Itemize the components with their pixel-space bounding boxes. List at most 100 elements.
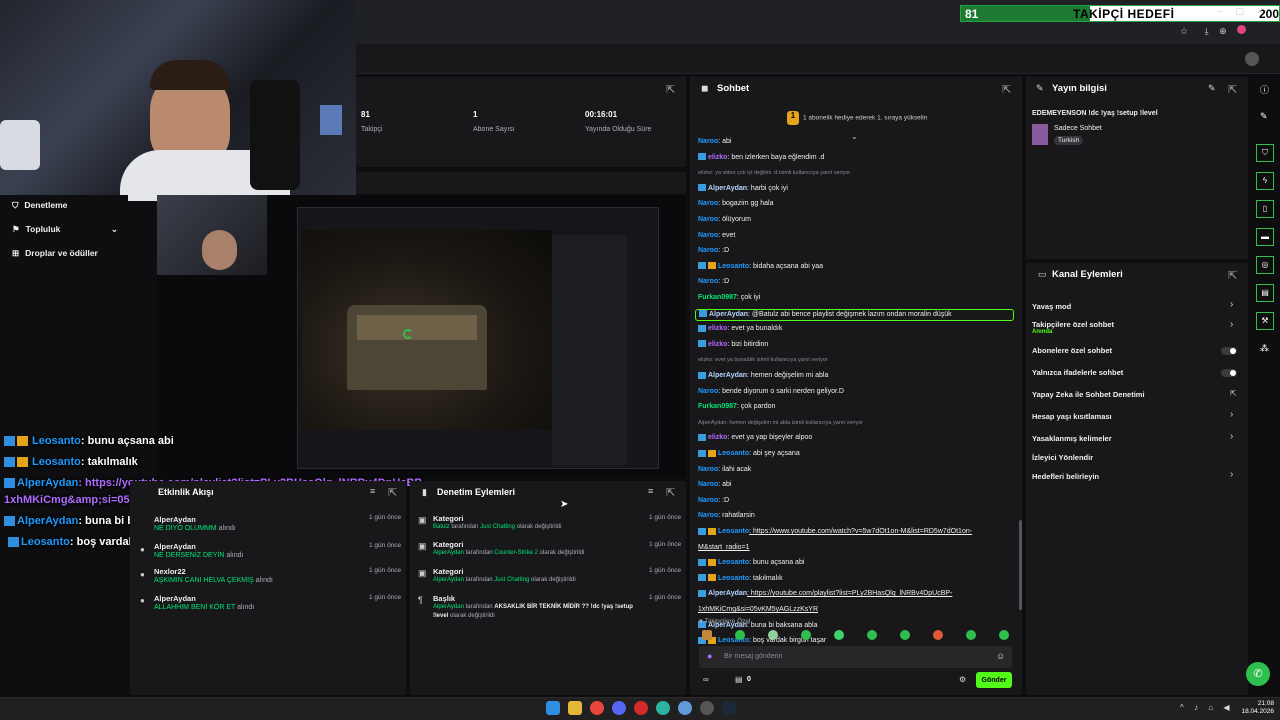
- chat-username[interactable]: elizko: [708, 434, 727, 441]
- windows-start-icon[interactable]: [546, 701, 560, 715]
- chat-username[interactable]: Leosanto: [718, 528, 749, 535]
- close-icon[interactable]: ✕: [1257, 6, 1265, 16]
- chat-username[interactable]: Naroo: [698, 388, 718, 395]
- settings-gear-icon[interactable]: ⚙: [959, 675, 966, 684]
- more-icon[interactable]: ⁂: [1260, 343, 1269, 354]
- info-icon[interactable]: ⓘ: [1260, 83, 1269, 96]
- emote-icon[interactable]: [933, 630, 943, 640]
- chat-username[interactable]: AlperAydan: [709, 311, 748, 318]
- chat-username[interactable]: Naroo: [698, 216, 718, 223]
- chat-username[interactable]: AlperAydan: [708, 185, 747, 192]
- popout-icon[interactable]: ⇱: [1228, 83, 1237, 96]
- chat-username[interactable]: AlperAydan: [708, 590, 747, 597]
- sidebar-item-drops[interactable]: ⊞ Droplar ve ödüller: [12, 248, 98, 259]
- toggle-switch[interactable]: [1221, 369, 1237, 377]
- pinned-gift-banner[interactable]: 11 abonelik hediye ederek 1. sıraya yüks…: [787, 111, 927, 125]
- lightning-icon[interactable]: ϟ: [1256, 172, 1274, 190]
- chat-username[interactable]: Naroo: [698, 138, 718, 145]
- popout-icon[interactable]: ⇱: [1228, 269, 1237, 282]
- chat-username[interactable]: Naroo: [698, 481, 718, 488]
- send-button[interactable]: Gönder: [976, 672, 1012, 688]
- chat-username[interactable]: Leosanto: [718, 263, 749, 270]
- channel-action-item[interactable]: Hesap yaşı kısıtlaması: [1032, 412, 1112, 421]
- chrome-icon[interactable]: [590, 701, 604, 715]
- emote-icon[interactable]: [966, 630, 976, 640]
- chat-username[interactable]: Naroo: [698, 466, 718, 473]
- filter-icon[interactable]: ≡: [648, 486, 653, 496]
- channel-action-item[interactable]: Yasaklanmış kelimeler: [1032, 434, 1112, 443]
- channel-action-item[interactable]: Yalnızca ifadelerle sohbet: [1032, 368, 1123, 377]
- opera-icon[interactable]: [634, 701, 648, 715]
- chevron-up-icon[interactable]: ^: [1180, 703, 1184, 712]
- toggle-switch[interactable]: [1221, 347, 1237, 355]
- clock[interactable]: 21:08 18.04.2026: [1240, 700, 1274, 716]
- network-icon[interactable]: ⌂: [1208, 703, 1213, 712]
- popout-icon[interactable]: ⇱: [388, 486, 397, 499]
- emote-icon[interactable]: [768, 630, 778, 640]
- chat-username[interactable]: Leosanto: [718, 575, 749, 582]
- steam-icon[interactable]: [722, 701, 736, 715]
- emote-icon[interactable]: [867, 630, 877, 640]
- sidebar-item-moderation[interactable]: ⛉ Denetleme: [12, 200, 67, 211]
- chat-username[interactable]: Furkan0987: [698, 294, 737, 301]
- chat-username[interactable]: Leosanto: [718, 450, 749, 457]
- minimize-icon[interactable]: –: [1218, 6, 1223, 16]
- channel-points-icon[interactable]: ∞: [703, 675, 709, 684]
- chat-username[interactable]: Naroo: [698, 200, 718, 207]
- chat-username[interactable]: Naroo: [698, 278, 718, 285]
- emote-icon[interactable]: [735, 630, 745, 640]
- chat-username[interactable]: Furkan0987: [698, 403, 737, 410]
- chevron-right-icon[interactable]: ›: [1230, 299, 1233, 310]
- chat-input-box[interactable]: ● Bir mesaj gönderin ☺: [699, 646, 1012, 668]
- avatar[interactable]: [1245, 52, 1259, 66]
- chevron-right-icon[interactable]: ›: [1230, 319, 1233, 330]
- chat-username[interactable]: elizko: [708, 325, 727, 332]
- discord-icon[interactable]: [612, 701, 626, 715]
- chevron-right-icon[interactable]: ›: [1230, 409, 1233, 420]
- emote-icon[interactable]: [999, 630, 1009, 640]
- edit-icon[interactable]: ✎: [1208, 83, 1216, 94]
- chat-scrollbar[interactable]: [1019, 520, 1022, 610]
- chat-username[interactable]: Naroo: [698, 247, 718, 254]
- chevron-right-icon[interactable]: ›: [1230, 469, 1233, 480]
- sidebar-item-community[interactable]: ⚑ Topluluk ⌄: [12, 224, 118, 235]
- edge-icon[interactable]: [656, 701, 670, 715]
- app-icon[interactable]: [678, 701, 692, 715]
- file-explorer-icon[interactable]: [568, 701, 582, 715]
- star-icon[interactable]: ☆: [1180, 26, 1188, 36]
- channel-action-item[interactable]: Abonelere özel sohbet: [1032, 346, 1112, 355]
- mic-icon[interactable]: ♪: [1194, 703, 1198, 712]
- popout-icon[interactable]: ⇱: [666, 486, 675, 499]
- chat-icon[interactable]: ▬: [1256, 228, 1274, 246]
- obs-icon[interactable]: [700, 701, 714, 715]
- chat-username[interactable]: elizko: [708, 154, 727, 161]
- chat-username[interactable]: Naroo: [698, 232, 718, 239]
- tools-icon[interactable]: ⚒: [1256, 312, 1274, 330]
- chat-username[interactable]: AlperAydan: [708, 372, 747, 379]
- inventory-icon[interactable]: ▤: [735, 675, 743, 684]
- emoji-icon[interactable]: ☺: [996, 651, 1005, 661]
- moderation-icon[interactable]: ⛉: [1256, 144, 1274, 162]
- channel-action-item[interactable]: Hedefleri belirleyin: [1032, 472, 1099, 481]
- chat-username[interactable]: elizko: [708, 341, 727, 348]
- chat-username[interactable]: Naroo: [698, 512, 718, 519]
- filter-icon[interactable]: ≡: [370, 486, 375, 496]
- maximize-icon[interactable]: ▢: [1236, 6, 1245, 16]
- chat-username[interactable]: Naroo: [698, 497, 718, 504]
- chat-input-placeholder[interactable]: Bir mesaj gönderin: [724, 653, 782, 660]
- channel-action-item[interactable]: Yavaş mod: [1032, 302, 1071, 311]
- chat-username[interactable]: Leosanto: [718, 559, 749, 566]
- language-tag[interactable]: Turkish: [1054, 136, 1084, 145]
- channel-action-item[interactable]: Takipçilere özel sohbet Anında: [1032, 320, 1114, 335]
- extension-icon[interactable]: ⊕: [1219, 26, 1227, 36]
- channel-action-item[interactable]: Yapay Zeka ile Sohbet Denetimi: [1032, 390, 1145, 399]
- channel-action-item[interactable]: İzleyici Yönlendir: [1032, 453, 1093, 462]
- broadcast-icon[interactable]: ◎: [1256, 256, 1274, 274]
- external-link-icon[interactable]: ⇱: [1230, 389, 1237, 398]
- download-icon[interactable]: ⤓: [1205, 26, 1209, 36]
- mic-icon[interactable]: ●: [707, 651, 712, 661]
- volume-icon[interactable]: ◀: [1223, 703, 1229, 712]
- emote-icon[interactable]: [900, 630, 910, 640]
- emote-icon[interactable]: [801, 630, 811, 640]
- chevron-right-icon[interactable]: ›: [1230, 431, 1233, 442]
